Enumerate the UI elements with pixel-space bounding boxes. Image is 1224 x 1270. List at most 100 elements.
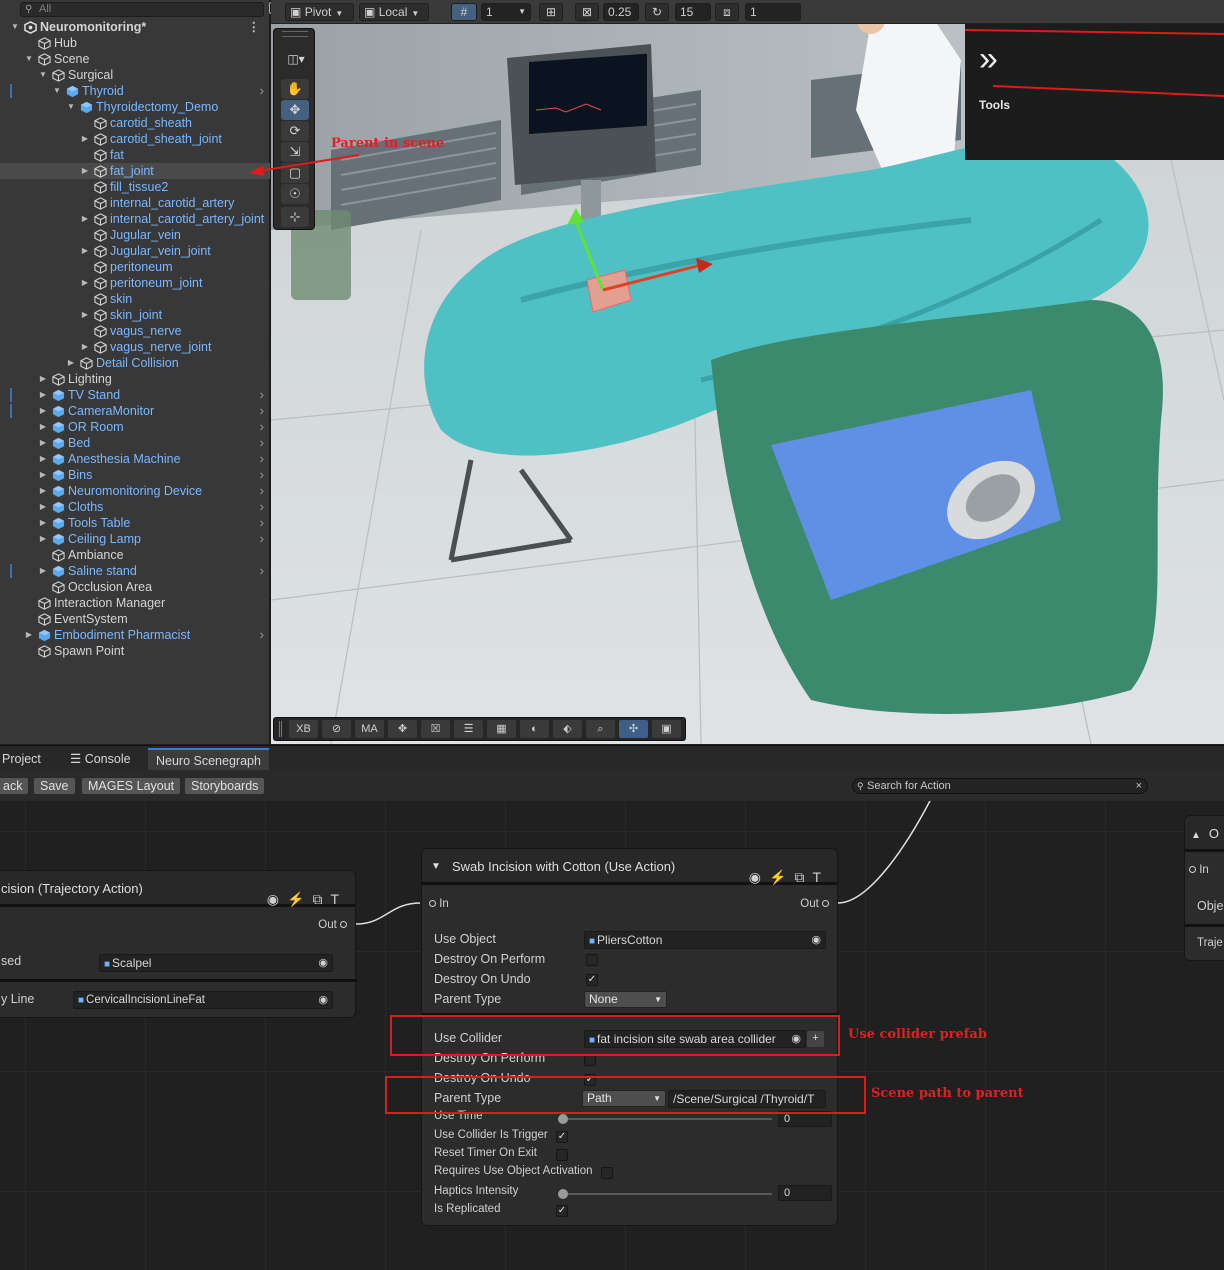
layers-button[interactable]: ⬖ — [553, 720, 582, 738]
increment-snap-toggle[interactable]: ⊞ — [539, 3, 563, 21]
expand-down-icon[interactable]: ▼ — [52, 83, 62, 99]
chevron-right-icon[interactable]: › — [260, 627, 264, 643]
clear-icon[interactable]: × — [1136, 779, 1142, 793]
bolt-icon[interactable]: ⚡ — [769, 869, 794, 885]
expand-down-icon[interactable]: ▼ — [24, 51, 34, 67]
align-button[interactable]: ☰ — [454, 720, 483, 738]
collapse-icon[interactable]: ▲ — [1191, 830, 1201, 841]
pivot-dropdown[interactable]: ▣ Pivot ▼ — [285, 3, 354, 21]
hierarchy-item[interactable]: ▶ peritoneum_joint — [0, 275, 270, 291]
move-button[interactable]: ✥ — [388, 720, 417, 738]
hierarchy-item[interactable]: fat — [0, 147, 270, 163]
requires-use-object-activation-checkbox[interactable] — [601, 1167, 613, 1179]
hierarchy-item[interactable]: vagus_nerve — [0, 323, 270, 339]
mages-layout-button[interactable]: MAGES Layout — [81, 777, 182, 795]
hierarchy-item[interactable]: ▶ Anesthesia Machine › — [0, 451, 270, 467]
hierarchy-item[interactable]: ▶ vagus_nerve_joint — [0, 339, 270, 355]
expand-right-icon[interactable]: ▶ — [38, 531, 48, 547]
more-options-icon[interactable]: ⋮ — [248, 19, 261, 35]
ma-button[interactable]: MA — [355, 720, 384, 738]
expand-right-icon[interactable]: ▶ — [80, 163, 90, 179]
save-button[interactable]: Save — [33, 777, 76, 795]
hierarchy-search-input[interactable]: ⚲ All — [20, 2, 281, 17]
text-icon[interactable]: T — [812, 869, 829, 885]
hierarchy-item[interactable]: ▶ Bins › — [0, 467, 270, 483]
hierarchy-item[interactable]: peritoneum — [0, 259, 270, 275]
expand-right-icon[interactable]: ▶ — [38, 515, 48, 531]
hierarchy-item[interactable]: ▶ Cloths › — [0, 499, 270, 515]
back-button[interactable]: ack — [0, 777, 30, 795]
expand-right-icon[interactable]: ▶ — [80, 339, 90, 355]
haptics-intensity-field[interactable]: 0 — [778, 1185, 832, 1201]
hierarchy-item[interactable]: ▶ Lighting — [0, 371, 270, 387]
expand-right-icon[interactable]: ▶ — [80, 243, 90, 259]
expand-right-icon[interactable]: ▶ — [38, 563, 48, 579]
slider-knob[interactable] — [558, 1114, 568, 1124]
node-header[interactable]: ▲ O — [1185, 816, 1224, 852]
chevron-right-icon[interactable]: › — [260, 531, 264, 547]
tab-project[interactable]: Project — [0, 748, 49, 771]
shading-button[interactable]: ◐ — [520, 720, 549, 738]
out-port[interactable]: Out — [800, 898, 829, 910]
use-collider-is-trigger-checkbox[interactable]: ✓ — [556, 1131, 568, 1143]
in-port[interactable]: In — [429, 898, 449, 910]
destroy-on-perform-checkbox[interactable] — [586, 954, 598, 966]
hierarchy-item[interactable]: ▶ Embodiment Pharmacist › — [0, 627, 270, 643]
destroy-on-undo-checkbox[interactable]: ✓ — [586, 974, 598, 986]
node-header[interactable]: cision (Trajectory Action) ◉⚡⧉T — [0, 871, 355, 907]
chevron-right-icon[interactable]: › — [260, 467, 264, 483]
eye-icon[interactable]: ◉ — [749, 869, 769, 885]
hierarchy-item[interactable]: ▶ OR Room › — [0, 419, 270, 435]
target-icon[interactable]: ◉ — [318, 992, 328, 1008]
chevron-right-icon[interactable]: › — [260, 563, 264, 579]
tool-mode-dropdown[interactable]: ◫▾ — [281, 49, 311, 69]
hierarchy-item[interactable]: ▼ Neuromonitoring* ⋮ — [0, 19, 270, 35]
hierarchy-item[interactable]: ▶ Tools Table › — [0, 515, 270, 531]
expand-down-icon[interactable]: ▼ — [10, 19, 20, 35]
expand-right-icon[interactable]: ▶ — [38, 419, 48, 435]
expand-right-icon[interactable]: ▶ — [80, 211, 90, 227]
tab-console[interactable]: ☰ Console — [62, 748, 139, 771]
hierarchy-item[interactable]: skin — [0, 291, 270, 307]
reset-timer-on-exit-checkbox[interactable] — [556, 1149, 568, 1161]
move-tool[interactable]: ✥ — [281, 100, 309, 120]
chevron-right-icon[interactable]: › — [260, 483, 264, 499]
copy-icon[interactable]: ⧉ — [794, 869, 812, 885]
action-search-input[interactable]: ⚲ Search for Action × — [852, 778, 1148, 794]
custom-tool[interactable]: ⊹ — [281, 207, 309, 227]
rotate-snap-field[interactable]: 15 — [675, 3, 711, 21]
out-port[interactable]: Out — [318, 919, 347, 931]
expand-right-icon[interactable]: ▶ — [80, 131, 90, 147]
search-button[interactable]: ⌕ — [586, 720, 615, 738]
use-object-field[interactable]: ■ PliersCotton ◉ — [584, 931, 826, 949]
hand-tool[interactable]: ✋ — [281, 79, 309, 99]
use-time-slider[interactable] — [558, 1114, 772, 1124]
chevron-right-icon[interactable]: › — [260, 419, 264, 435]
trajectory-action-node[interactable]: cision (Trajectory Action) ◉⚡⧉T Out sed … — [0, 870, 357, 1018]
hierarchy-item[interactable]: ▶ fat_joint — [0, 163, 270, 179]
hierarchy-item[interactable]: ▶ CameraMonitor › — [0, 403, 270, 419]
tools-overlay[interactable]: » Tools — [965, 24, 1224, 160]
scale-snap-field[interactable]: 1 — [745, 3, 801, 21]
hierarchy-item[interactable]: ▶ Bed › — [0, 435, 270, 451]
hierarchy-item[interactable]: carotid_sheath — [0, 115, 270, 131]
copy-icon[interactable]: ⧉ — [312, 891, 330, 907]
expand-down-icon[interactable]: ▼ — [66, 99, 76, 115]
camera-button[interactable]: ▣ — [652, 720, 681, 738]
expand-right-icon[interactable]: ▶ — [38, 371, 48, 387]
expand-right-icon[interactable]: ▶ — [80, 275, 90, 291]
hierarchy-item[interactable]: ▶ Detail Collision — [0, 355, 270, 371]
expand-right-icon[interactable]: ▶ — [38, 435, 48, 451]
target-icon[interactable]: ◉ — [811, 932, 821, 948]
hierarchy-item[interactable]: fill_tissue2 — [0, 179, 270, 195]
expand-right-icon[interactable]: ▶ — [38, 499, 48, 515]
right-action-node[interactable]: ▲ O In Obje Traje — [1184, 815, 1224, 961]
collapse-icon[interactable]: ▼ — [431, 849, 441, 885]
text-icon[interactable]: T — [330, 891, 347, 907]
hierarchy-item[interactable]: ▶ TV Stand › — [0, 387, 270, 403]
gizmo-button[interactable]: ✣ — [619, 720, 648, 738]
chevron-right-icon[interactable]: › — [260, 387, 264, 403]
object-field[interactable]: ■ CervicalIncisionLineFat ◉ — [73, 991, 333, 1009]
hierarchy-item[interactable]: ▼ Surgical — [0, 67, 270, 83]
scale-snap-toggle[interactable]: ⧈ — [715, 3, 739, 21]
